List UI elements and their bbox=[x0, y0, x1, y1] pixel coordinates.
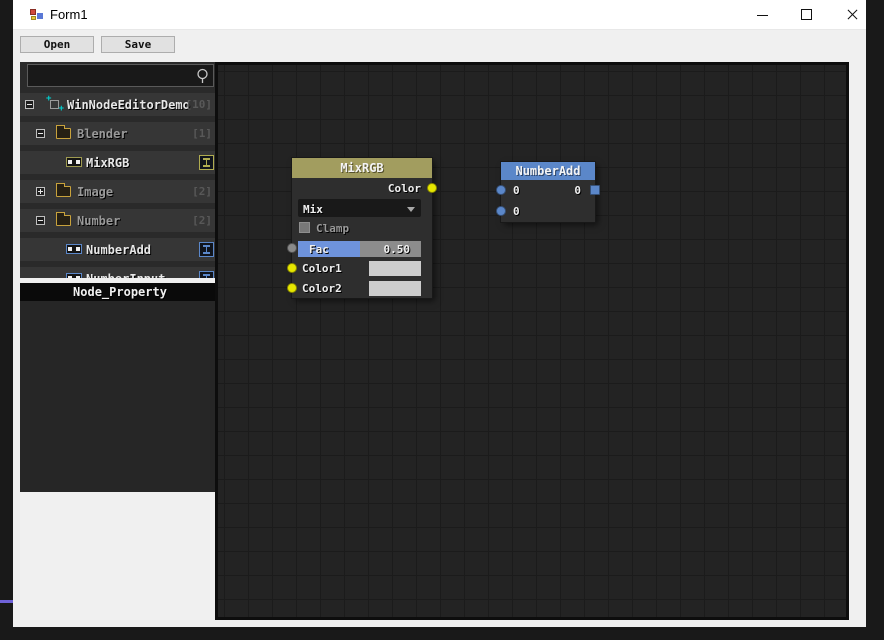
chevron-down-icon bbox=[407, 207, 415, 212]
numberadd-row2: 0 bbox=[501, 201, 595, 222]
number-output-socket[interactable] bbox=[590, 185, 600, 195]
minimize-button[interactable] bbox=[745, 0, 779, 29]
tree-item-mixrgb[interactable]: MixRGB bbox=[20, 148, 220, 177]
instance-badge-icon[interactable] bbox=[199, 271, 214, 278]
node-editor-icon: + + bbox=[46, 94, 64, 114]
number-input1-socket[interactable] bbox=[496, 185, 506, 195]
window-title: Form1 bbox=[50, 7, 88, 22]
fac-label: Fac bbox=[309, 243, 329, 256]
folder-icon bbox=[56, 212, 71, 226]
search-box[interactable] bbox=[27, 64, 214, 87]
tree-item-label: Image bbox=[77, 185, 114, 199]
tree-item-image[interactable]: Image [2] bbox=[20, 177, 220, 206]
node-icon bbox=[66, 244, 82, 254]
number-input2-socket[interactable] bbox=[496, 206, 506, 216]
color2-input-socket[interactable] bbox=[287, 283, 297, 293]
color2-swatch[interactable] bbox=[369, 281, 421, 296]
clamp-checkbox[interactable] bbox=[299, 222, 310, 233]
tree-item-count: [2] bbox=[192, 214, 212, 227]
minimize-icon bbox=[757, 15, 768, 16]
tree-item-label: WinNodeEditorDemo bbox=[67, 98, 190, 112]
mixrgb-node-header[interactable]: MixRGB bbox=[292, 158, 432, 178]
color-output-label: Color bbox=[387, 182, 421, 195]
property-panel-title: Node_Property bbox=[20, 283, 220, 301]
node-editor-canvas[interactable]: MixRGB Color Mix Clamp Fac 0.50 Color1 C… bbox=[215, 62, 849, 620]
blend-mode-row: Mix bbox=[292, 198, 432, 218]
fac-value: 0.50 bbox=[383, 243, 411, 256]
color1-input-socket[interactable] bbox=[287, 263, 297, 273]
instance-badge-icon[interactable] bbox=[199, 242, 214, 257]
node-tree-panel: + + WinNodeEditorDemo [10] Blender [1] Mi… bbox=[20, 62, 220, 278]
numberadd-row1: 0 0 bbox=[501, 180, 595, 201]
expand-toggle-icon[interactable] bbox=[36, 187, 45, 196]
clamp-row: Clamp bbox=[292, 218, 432, 238]
fac-row: Fac 0.50 bbox=[292, 238, 432, 258]
blend-mode-dropdown[interactable]: Mix bbox=[298, 199, 421, 217]
numberadd-node[interactable]: NumberAdd 0 0 0 bbox=[496, 162, 600, 222]
tree-item-count: [10] bbox=[185, 98, 213, 111]
color2-label: Color2 bbox=[302, 282, 342, 295]
folder-icon bbox=[56, 183, 71, 197]
winforms-app-icon bbox=[30, 8, 45, 22]
tree-item-label: MixRGB bbox=[86, 156, 130, 170]
collapse-toggle-icon[interactable] bbox=[36, 129, 45, 138]
close-button[interactable] bbox=[835, 0, 869, 29]
color-output-row: Color bbox=[292, 178, 432, 198]
number-output-value: 0 bbox=[574, 184, 581, 197]
search-icon bbox=[197, 68, 208, 83]
clamp-label: Clamp bbox=[316, 222, 350, 235]
number-input1-value: 0 bbox=[513, 184, 520, 197]
node-icon bbox=[66, 157, 82, 167]
search-input[interactable] bbox=[30, 67, 192, 84]
fac-input-socket[interactable] bbox=[287, 243, 297, 253]
blend-mode-value: Mix bbox=[303, 203, 323, 216]
tree-item-label: NumberInput bbox=[86, 272, 165, 278]
save-button[interactable]: Save bbox=[101, 36, 175, 53]
tree-item-number[interactable]: Number [2] bbox=[20, 206, 220, 235]
maximize-icon bbox=[801, 9, 812, 20]
collapse-toggle-icon[interactable] bbox=[25, 100, 34, 109]
node-icon bbox=[66, 273, 82, 278]
color2-row: Color2 bbox=[292, 278, 432, 298]
fac-slider[interactable]: Fac 0.50 bbox=[298, 241, 421, 257]
color1-label: Color1 bbox=[302, 262, 342, 275]
numberadd-node-body: 0 0 0 bbox=[501, 180, 595, 222]
collapse-toggle-icon[interactable] bbox=[36, 216, 45, 225]
tree-item-count: [2] bbox=[192, 185, 212, 198]
color1-swatch[interactable] bbox=[369, 261, 421, 276]
instance-badge-icon[interactable] bbox=[199, 155, 214, 170]
tree-item-label: NumberAdd bbox=[86, 243, 152, 257]
tree-item-blender[interactable]: Blender [1] bbox=[20, 119, 220, 148]
titlebar[interactable]: Form1 bbox=[13, 0, 866, 30]
desktop: Form1 Open Save + + WinNodeEditorDemo [1… bbox=[0, 0, 884, 640]
tree-item-label: Blender bbox=[77, 127, 128, 141]
tree-item-numberadd[interactable]: NumberAdd bbox=[20, 235, 220, 264]
mixrgb-node-body: Color Mix Clamp Fac 0.50 Color1 Color2 bbox=[292, 178, 432, 298]
tree-item-winnodeeditordemo[interactable]: + + WinNodeEditorDemo [10] bbox=[20, 90, 220, 119]
node-property-panel: Node_Property bbox=[20, 283, 220, 492]
folder-icon bbox=[56, 125, 71, 139]
mixrgb-node[interactable]: MixRGB Color Mix Clamp Fac 0.50 Color1 C… bbox=[287, 158, 437, 298]
tree-item-numberinput[interactable]: NumberInput bbox=[20, 264, 220, 278]
color1-row: Color1 bbox=[292, 258, 432, 278]
color-output-socket[interactable] bbox=[427, 183, 437, 193]
maximize-button[interactable] bbox=[789, 0, 823, 29]
tree-item-count: [1] bbox=[192, 127, 212, 140]
number-input2-value: 0 bbox=[513, 205, 520, 218]
tree-item-label: Number bbox=[77, 214, 121, 228]
numberadd-node-header[interactable]: NumberAdd bbox=[501, 162, 595, 180]
open-button[interactable]: Open bbox=[20, 36, 94, 53]
